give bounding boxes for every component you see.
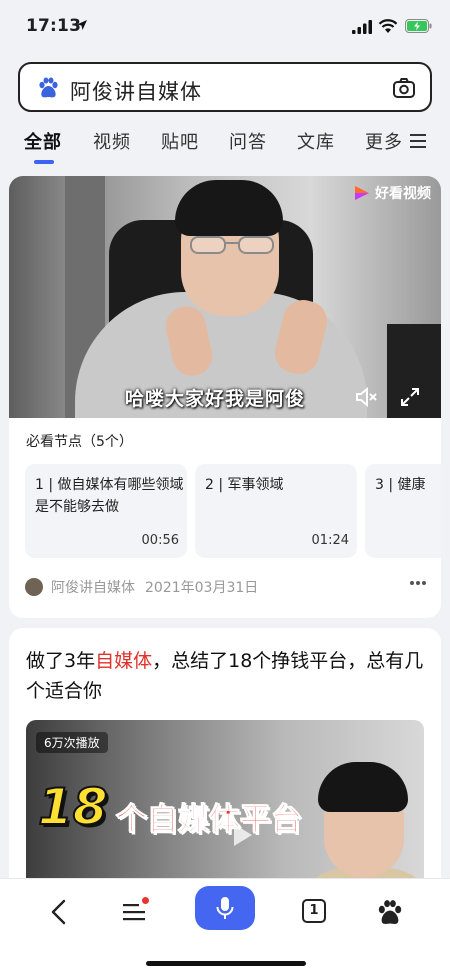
chapter-index: 3 <box>375 477 384 493</box>
chapter-duration: 01:24 <box>311 533 349 548</box>
video-brand: 好看视频 <box>353 182 431 204</box>
glasses <box>190 236 274 254</box>
thumbnail-text: 个自媒体平台 <box>116 802 303 839</box>
wifi-icon <box>378 19 398 33</box>
tab-count-button[interactable]: 1 <box>302 899 326 923</box>
tab-tieba[interactable]: 贴吧 <box>161 128 199 154</box>
chapter-title: 健康 <box>397 477 426 493</box>
video-player[interactable]: 好看视频 哈喽大家好我是阿俊 <box>9 176 441 418</box>
view-count-badge: 6万次播放 <box>36 732 108 753</box>
menu-lines-icon[interactable] <box>410 134 426 148</box>
video-result-card[interactable]: 好看视频 哈喽大家好我是阿俊 必看节点（5个） 1 | 做自媒体有哪些领域是不能… <box>9 176 441 618</box>
battery-charging-icon <box>405 19 432 33</box>
result-title[interactable]: 做了3年自媒体，总结了18个挣钱平台，总有几个适合你 <box>26 646 426 706</box>
home-indicator <box>146 961 306 966</box>
tab-all[interactable]: 全部 <box>24 128 62 154</box>
article-result-card[interactable]: 做了3年自媒体，总结了18个挣钱平台，总有几个适合你 6万次播放 18 个自媒体… <box>9 628 441 898</box>
mute-icon[interactable] <box>355 386 379 408</box>
microphone-icon <box>216 897 234 919</box>
key-points-title: 必看节点（5个） <box>26 434 133 450</box>
chapter-duration: 00:56 <box>141 533 179 548</box>
category-tabs: 全部 视频 贴吧 问答 文库 更多 <box>0 124 450 168</box>
status-bar: 17:13 <box>0 0 450 50</box>
status-time: 17:13 <box>26 16 82 36</box>
author-name: 阿俊讲自媒体 <box>51 580 135 596</box>
chapter-item[interactable]: 1 | 做自媒体有哪些领域是不能够去做 00:56 <box>25 464 187 558</box>
baidu-paw-icon <box>39 77 58 98</box>
author-row[interactable]: 阿俊讲自媒体 2021年03月31日 <box>25 576 258 598</box>
tab-wenku[interactable]: 文库 <box>297 128 335 154</box>
active-tab-indicator <box>34 160 54 164</box>
more-options-icon[interactable] <box>409 580 427 586</box>
chapter-title: 军事领域 <box>227 477 284 493</box>
fullscreen-icon[interactable] <box>399 386 421 408</box>
haokan-logo-icon <box>355 186 369 200</box>
search-input[interactable]: 阿俊讲自媒体 <box>70 76 202 106</box>
tab-more[interactable]: 更多 <box>365 128 403 154</box>
video-caption: 哈喽大家好我是阿俊 <box>125 388 306 410</box>
chapter-index: 2 <box>205 477 214 493</box>
thumbnail-number: 18 <box>37 777 109 837</box>
chapter-item[interactable]: 2 | 军事领域 01:24 <box>195 464 357 558</box>
chapter-index: 1 <box>35 477 44 493</box>
tab-video[interactable]: 视频 <box>93 128 131 154</box>
chapter-item[interactable]: 3 | 健康 <box>365 464 441 558</box>
cellular-signal-icon <box>352 20 372 34</box>
publish-date: 2021年03月31日 <box>145 580 259 596</box>
baidu-home-icon[interactable] <box>376 899 404 927</box>
voice-search-button[interactable] <box>195 886 255 930</box>
tab-qa[interactable]: 问答 <box>229 128 267 154</box>
notification-dot <box>142 897 149 904</box>
chapter-title: 做自媒体有哪些领域是不能够去做 <box>35 477 184 515</box>
camera-icon[interactable] <box>392 76 416 100</box>
avatar <box>25 578 43 596</box>
brand-label: 好看视频 <box>375 186 431 202</box>
back-icon[interactable] <box>48 899 70 925</box>
search-bar[interactable]: 阿俊讲自媒体 <box>18 62 432 112</box>
title-highlight: 自媒体 <box>95 650 153 672</box>
menu-button[interactable] <box>121 897 149 925</box>
result-thumbnail[interactable]: 6万次播放 18 个自媒体平台 <box>26 720 424 898</box>
location-arrow-icon <box>77 20 87 30</box>
